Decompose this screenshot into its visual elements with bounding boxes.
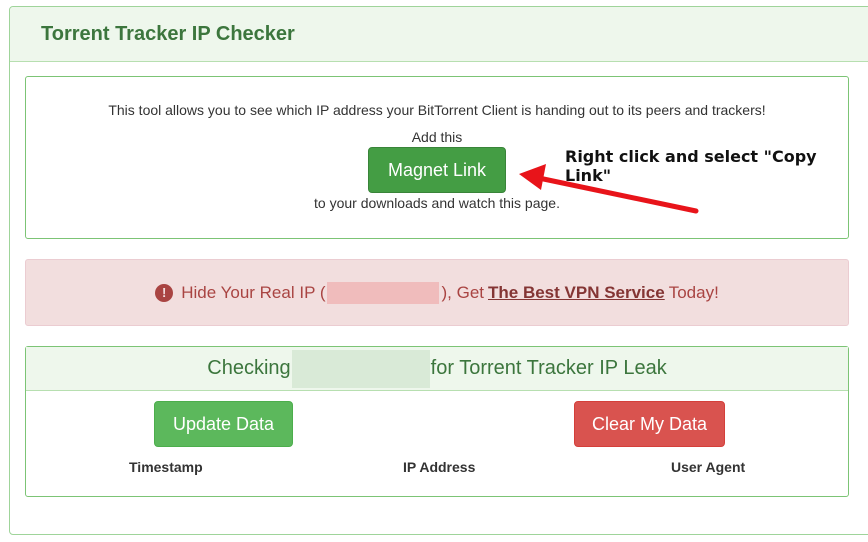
- alert-middle: ), Get: [441, 282, 484, 302]
- update-data-button[interactable]: Update Data: [154, 401, 293, 447]
- add-this-label: Add this: [411, 129, 463, 145]
- after-magnet-text: to your downloads and watch this page.: [314, 195, 560, 211]
- intro-description: This tool allows you to see which IP add…: [108, 102, 766, 118]
- vpn-alert: ! Hide Your Real IP ( ), Get The Best VP…: [25, 259, 849, 326]
- exclamation-circle-icon: !: [155, 283, 174, 302]
- redacted-ip: [327, 281, 440, 304]
- column-header-ip-address: IP Address: [403, 459, 476, 475]
- column-header-timestamp: Timestamp: [129, 459, 203, 475]
- column-header-user-agent: User Agent: [671, 459, 746, 475]
- alert-prefix: Hide Your Real IP (: [181, 282, 326, 302]
- checker-box: Checking for Torrent Tracker IP Leak Upd…: [25, 346, 849, 497]
- annotation-arrow-icon: [519, 164, 699, 214]
- panel-title: Torrent Tracker IP Checker: [41, 23, 295, 45]
- redacted-ip: [291, 349, 430, 388]
- best-vpn-link[interactable]: The Best VPN Service: [488, 283, 665, 303]
- checking-prefix: Checking: [207, 357, 291, 379]
- alert-suffix: Today!: [668, 282, 719, 302]
- magnet-link-button[interactable]: Magnet Link: [368, 147, 506, 193]
- checker-header: Checking for Torrent Tracker IP Leak: [26, 347, 848, 391]
- checking-suffix: for Torrent Tracker IP Leak: [430, 357, 667, 379]
- clear-data-button[interactable]: Clear My Data: [574, 401, 725, 447]
